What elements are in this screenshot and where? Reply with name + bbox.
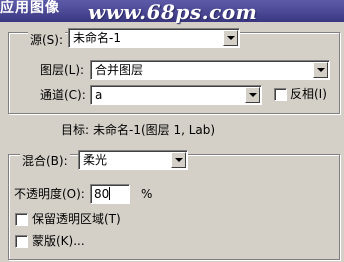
chevron-down-icon[interactable] xyxy=(171,152,186,168)
opacity-label: 不透明度(O): xyxy=(14,187,85,201)
blend-mode-select[interactable]: 柔光 xyxy=(78,150,188,170)
invert-checkbox[interactable] xyxy=(274,88,287,101)
blend-label: 混合(B): xyxy=(20,153,70,169)
chevron-down-icon[interactable] xyxy=(313,62,328,78)
source-label: 源(S): xyxy=(28,32,66,48)
opacity-input[interactable]: 80 xyxy=(90,184,130,204)
watermark-text: www.68ps.com xyxy=(88,0,258,24)
channel-value: a xyxy=(95,88,103,102)
mask-label[interactable]: 蒙版(K)... xyxy=(32,233,85,249)
opacity-unit: % xyxy=(141,187,153,201)
layer-value: 合并图层 xyxy=(95,63,144,77)
title-bar: 应用图像 www.68ps.com xyxy=(0,0,344,24)
invert-label[interactable]: 反相(I) xyxy=(290,86,327,102)
window-title: 应用图像 xyxy=(0,0,60,16)
layer-label: 图层(L): xyxy=(40,63,85,77)
layer-select[interactable]: 合并图层 xyxy=(90,60,330,80)
channel-label: 通道(C): xyxy=(40,88,86,102)
opacity-value: 80 xyxy=(94,187,110,201)
preserve-transparency-checkbox[interactable] xyxy=(15,213,28,226)
blend-mode-value: 柔光 xyxy=(83,153,108,167)
mask-checkbox[interactable] xyxy=(15,235,28,248)
chevron-down-icon[interactable] xyxy=(223,30,238,46)
target-label: 目标: xyxy=(61,123,90,137)
chevron-down-icon[interactable] xyxy=(245,87,260,103)
source-value: 未命名-1 xyxy=(73,31,121,45)
target-value: 未命名-1(图层 1, Lab) xyxy=(93,123,216,137)
preserve-transparency-label[interactable]: 保留透明区域(T) xyxy=(32,211,121,227)
source-select[interactable]: 未命名-1 xyxy=(68,28,240,48)
channel-select[interactable]: a xyxy=(90,85,262,105)
